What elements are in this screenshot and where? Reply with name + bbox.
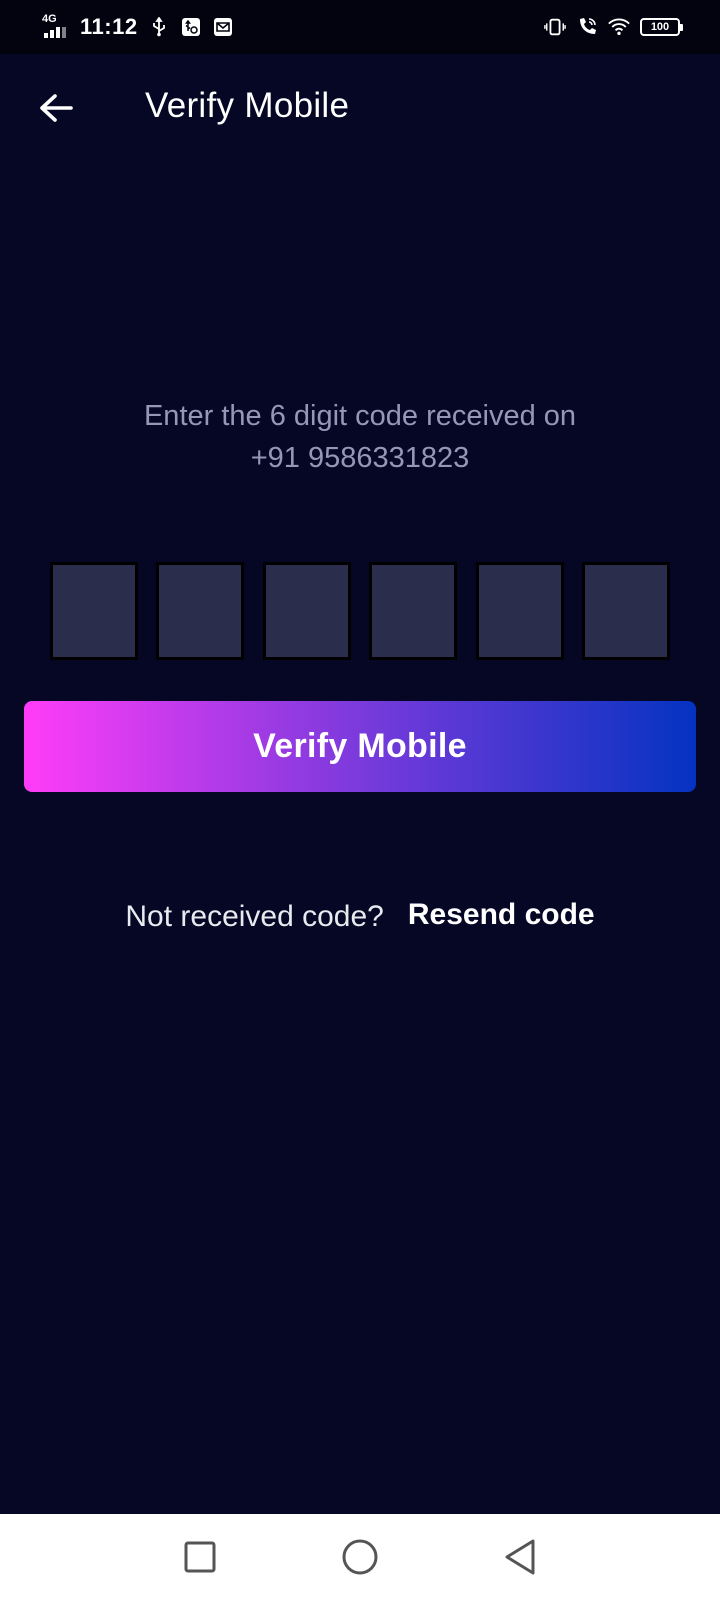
otp-digit-5[interactable]	[475, 562, 564, 660]
back-button[interactable]	[30, 82, 82, 134]
resend-prompt: Not received code?	[125, 900, 384, 933]
resend-row: Not received code? Resend code	[0, 898, 720, 934]
back-icon	[505, 1539, 535, 1575]
otp-instructions: Enter the 6 digit code received on +91 9…	[0, 395, 720, 479]
otp-digit-3[interactable]	[262, 562, 351, 660]
message-icon	[212, 16, 234, 38]
battery-level: 100	[650, 21, 670, 33]
otp-input-group	[50, 562, 670, 660]
home-button[interactable]	[330, 1527, 390, 1587]
otp-digit-4[interactable]	[369, 562, 458, 660]
usb-icon	[148, 16, 170, 38]
battery-icon: 100	[640, 18, 683, 36]
cellular-signal-icon: 4G	[40, 13, 70, 39]
otp-digit-1[interactable]	[50, 562, 138, 660]
wifi-icon	[608, 16, 630, 38]
network-type-label: 4G	[42, 13, 57, 25]
clock: 11:12	[80, 14, 138, 39]
page-title: Verify Mobile	[145, 86, 350, 125]
system-navigation-bar	[0, 1514, 720, 1600]
recent-apps-button[interactable]	[170, 1527, 230, 1587]
arrow-left-icon	[40, 94, 73, 122]
phone-number: +91 9586331823	[250, 442, 470, 474]
resend-code-link[interactable]: Resend code	[408, 898, 595, 932]
home-icon	[342, 1539, 378, 1575]
verify-mobile-button[interactable]: Verify Mobile	[24, 701, 696, 792]
vibrate-icon	[544, 16, 566, 38]
status-bar-left: 4G 11:12	[40, 13, 234, 40]
recent-apps-icon	[184, 1541, 216, 1573]
usb-debug-icon	[180, 16, 202, 38]
otp-digit-6[interactable]	[581, 562, 670, 660]
status-bar: 4G 11:12 100	[0, 0, 720, 54]
system-back-button[interactable]	[490, 1527, 550, 1587]
wifi-calling-icon	[576, 16, 598, 38]
otp-digit-2[interactable]	[156, 562, 245, 660]
app-header: Verify Mobile	[0, 54, 720, 164]
instruction-text: Enter the 6 digit code received on	[143, 400, 577, 432]
status-bar-right: 100	[544, 0, 683, 54]
